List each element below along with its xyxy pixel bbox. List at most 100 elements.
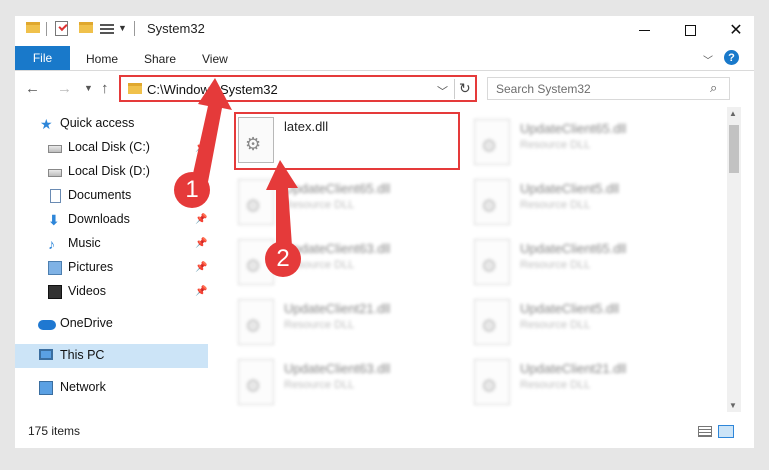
file-name: UpdateClient21.dll xyxy=(284,301,391,316)
file-item[interactable]: UpdateClient63.dll Resource DLL xyxy=(238,357,468,412)
file-item[interactable]: UpdateClient65.dll Resource DLL xyxy=(474,117,704,173)
file-type: Resource DLL xyxy=(284,319,355,331)
file-item[interactable]: UpdateClient5.dll Resource DLL xyxy=(474,297,704,353)
up-arrow-icon[interactable]: ↑ xyxy=(101,80,109,97)
window-frame-top xyxy=(0,0,769,16)
callout-step-1: 1 xyxy=(174,172,210,208)
file-type: Resource DLL xyxy=(284,379,355,391)
recent-locations-icon[interactable]: ▼ xyxy=(84,83,93,93)
navigation-pane: ★ Quick access Local Disk (C:) 📌 Local D… xyxy=(15,107,210,412)
sidebar-item-label: OneDrive xyxy=(60,316,113,330)
sidebar-item-label: Network xyxy=(60,380,106,394)
file-type: Resource DLL xyxy=(520,259,591,271)
pin-icon[interactable]: 📌 xyxy=(195,142,207,153)
back-arrow-icon[interactable]: ← xyxy=(25,80,40,97)
sidebar-item-quick-access[interactable]: ★ Quick access xyxy=(15,112,208,136)
videos-icon xyxy=(48,285,62,299)
sidebar-item-label: Local Disk (C:) xyxy=(68,140,150,154)
sidebar-item-label: This PC xyxy=(60,348,105,362)
sidebar-item-videos[interactable]: Videos 📌 xyxy=(15,280,208,304)
pin-icon[interactable]: 📌 xyxy=(195,214,207,225)
maximize-icon xyxy=(684,24,696,36)
details-view-icon[interactable] xyxy=(698,426,712,437)
toolbar-divider xyxy=(46,22,47,36)
search-box[interactable]: ⌕ xyxy=(487,77,730,100)
tab-home[interactable]: Home xyxy=(86,52,118,66)
chevron-down-icon[interactable]: ﹀ xyxy=(437,83,448,99)
expand-ribbon-icon[interactable]: ﹀ xyxy=(703,52,713,67)
file-item[interactable]: UpdateClient21.dll Resource DLL xyxy=(474,357,704,412)
tab-view[interactable]: View xyxy=(202,52,228,66)
file-item[interactable]: UpdateClient65.dll Resource DLL xyxy=(238,177,468,233)
scroll-down-icon[interactable]: ▼ xyxy=(729,401,737,410)
close-icon: ✕ xyxy=(729,22,743,39)
window-frame-bottom xyxy=(0,448,769,470)
forward-arrow-icon[interactable]: → xyxy=(57,80,72,97)
scroll-up-icon[interactable]: ▲ xyxy=(729,109,737,118)
pin-icon[interactable]: 📌 xyxy=(195,262,207,273)
customize-toolbar-icon[interactable] xyxy=(100,22,114,35)
refresh-icon[interactable]: ↻ xyxy=(459,80,471,97)
dll-file-icon xyxy=(474,359,510,405)
file-type: Resource DLL xyxy=(520,139,591,151)
file-name: UpdateClient65.dll xyxy=(284,181,391,196)
file-name: UpdateClient5.dll xyxy=(520,181,620,196)
sidebar-item-local-disk-c[interactable]: Local Disk (C:) 📌 xyxy=(15,136,208,160)
pictures-icon xyxy=(48,261,62,275)
file-name: UpdateClient21.dll xyxy=(520,361,627,376)
sidebar-item-label: Videos xyxy=(68,284,106,298)
minimize-icon xyxy=(638,29,650,31)
sidebar-item-label: Music xyxy=(68,236,101,250)
dll-file-icon xyxy=(474,299,510,345)
sidebar-item-label: Pictures xyxy=(68,260,114,274)
address-path[interactable]: C:\Windows\System32 xyxy=(147,82,278,97)
folder-icon xyxy=(26,22,40,33)
new-folder-icon[interactable] xyxy=(79,22,93,33)
sidebar-item-music[interactable]: ♪ Music 📌 xyxy=(15,232,208,256)
pin-icon[interactable]: 📌 xyxy=(195,286,207,297)
chevron-down-icon[interactable]: ▼ xyxy=(118,23,127,33)
search-icon[interactable]: ⌕ xyxy=(710,80,717,96)
maximize-button[interactable] xyxy=(667,16,713,44)
toolbar-divider xyxy=(134,21,135,36)
file-type: Resource DLL xyxy=(520,199,591,211)
large-icons-view-icon[interactable] xyxy=(718,425,734,438)
file-name: UpdateClient65.dll xyxy=(520,241,627,256)
sidebar-item-downloads[interactable]: ⬇ Downloads 📌 xyxy=(15,208,208,232)
dll-file-icon xyxy=(238,359,274,405)
tab-share[interactable]: Share xyxy=(144,52,176,66)
file-item[interactable]: UpdateClient21.dll Resource DLL xyxy=(238,297,468,353)
tab-file[interactable]: File xyxy=(15,46,70,70)
callout-step-2: 2 xyxy=(265,241,301,277)
documents-icon xyxy=(50,189,61,203)
properties-icon[interactable] xyxy=(55,21,68,36)
file-item[interactable]: UpdateClient65.dll Resource DLL xyxy=(474,237,704,293)
cloud-icon xyxy=(38,320,56,330)
window-frame-right xyxy=(754,0,769,470)
close-button[interactable]: ✕ xyxy=(713,16,759,44)
pin-icon[interactable]: 📌 xyxy=(195,238,207,249)
item-count: 175 items xyxy=(28,424,81,438)
status-bar: 175 items xyxy=(15,412,754,448)
sidebar-item-this-pc[interactable]: This PC xyxy=(15,344,208,368)
sidebar-item-onedrive[interactable]: OneDrive xyxy=(15,312,208,336)
help-icon[interactable]: ? xyxy=(724,50,739,65)
scroll-thumb[interactable] xyxy=(729,125,739,173)
sidebar-item-pictures[interactable]: Pictures 📌 xyxy=(15,256,208,280)
file-type: Resource DLL xyxy=(520,319,591,331)
address-row: ← → ▼ ↑ C:\Windows\System32 ﹀ ↻ ⌕ xyxy=(15,71,754,107)
sidebar-item-network[interactable]: Network xyxy=(15,376,208,400)
dll-file-icon xyxy=(474,119,510,165)
dll-file-icon xyxy=(238,299,274,345)
address-divider xyxy=(454,79,455,99)
vertical-scrollbar[interactable]: ▲ ▼ xyxy=(727,107,741,412)
file-name: UpdateClient65.dll xyxy=(520,121,627,136)
dll-file-icon xyxy=(238,179,274,225)
address-bar[interactable]: C:\Windows\System32 ﹀ ↻ xyxy=(119,75,477,102)
search-input[interactable] xyxy=(488,78,703,99)
file-type: Resource DLL xyxy=(520,379,591,391)
file-name: UpdateClient5.dll xyxy=(520,301,620,316)
minimize-button[interactable] xyxy=(621,16,667,44)
file-item[interactable]: UpdateClient5.dll Resource DLL xyxy=(474,177,704,233)
window-title: System32 xyxy=(147,21,205,36)
